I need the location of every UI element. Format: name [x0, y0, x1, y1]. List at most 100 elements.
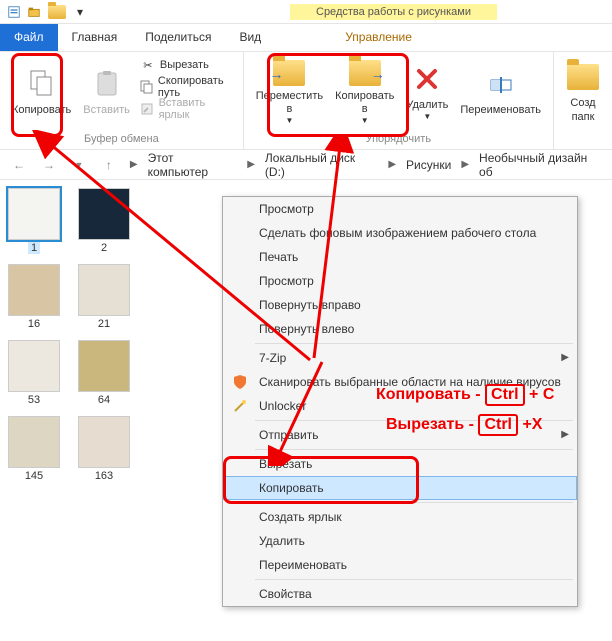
annotation-text-copy: Копировать - Ctrl + C	[376, 384, 554, 406]
cm-separator	[255, 343, 573, 344]
shortcut-icon	[140, 101, 155, 117]
annotation-text-cut: Вырезать - Ctrl +X	[386, 414, 542, 436]
cm-rotate-right[interactable]: Повернуть вправо	[223, 293, 577, 317]
wand-icon	[231, 397, 249, 415]
thumbnail-item[interactable]: 64	[74, 340, 134, 406]
thumbnail-image	[78, 340, 130, 392]
cm-separator	[255, 449, 573, 450]
tab-share[interactable]: Поделиться	[131, 24, 225, 51]
delete-icon	[410, 62, 444, 96]
breadcrumb-seg-2[interactable]: Локальный диск (D:)	[263, 151, 380, 179]
thumbnail-item[interactable]: 53	[4, 340, 64, 406]
ribbon-tabs: Файл Главная Поделиться Вид Управление	[0, 24, 612, 52]
new-folder-icon[interactable]	[27, 5, 41, 19]
ribbon: Копировать Вставить ✂Вырезать Скопироват…	[0, 52, 612, 150]
cut-button[interactable]: ✂Вырезать	[136, 54, 237, 76]
forward-button[interactable]: →	[36, 154, 62, 176]
copy-label: Копировать	[12, 104, 71, 117]
cm-properties[interactable]: Свойства	[223, 582, 577, 606]
chevron-icon[interactable]: ▶	[126, 159, 142, 170]
chevron-icon[interactable]: ▶	[457, 159, 473, 170]
thumbnail-label: 64	[98, 394, 110, 406]
thumbnail-item[interactable]: 1	[4, 188, 64, 254]
breadcrumb-seg-4[interactable]: Необычный дизайн об	[477, 151, 606, 179]
thumbnail-label: 1	[28, 242, 40, 254]
thumbnail-item[interactable]: 163	[74, 416, 134, 482]
thumbnail-item[interactable]: 2	[74, 188, 134, 254]
breadcrumb: ← → ▼ ↑ ▶ Этот компьютер ▶ Локальный дис…	[0, 150, 612, 180]
scissors-icon: ✂	[140, 57, 156, 73]
chevron-icon[interactable]: ▶	[243, 159, 259, 170]
delete-button[interactable]: Удалить▼	[400, 54, 454, 130]
cm-rename[interactable]: Переименовать	[223, 553, 577, 577]
submenu-arrow-icon: ▶	[561, 352, 569, 363]
cm-separator	[255, 502, 573, 503]
titlebar: ▾ Средства работы с рисунками	[0, 0, 612, 24]
qat-dropdown-icon[interactable]: ▾	[73, 5, 87, 19]
breadcrumb-seg-3[interactable]: Рисунки	[404, 158, 453, 172]
move-to-button[interactable]: → Переместить в▼	[250, 54, 329, 130]
tab-manage[interactable]: Управление	[331, 24, 426, 51]
thumbnail-image	[78, 264, 130, 316]
clipboard-group-label: Буфер обмена	[6, 131, 237, 147]
thumbnail-item[interactable]: 21	[74, 264, 134, 330]
thumbnail-image	[78, 416, 130, 468]
cm-separator	[255, 579, 573, 580]
ribbon-group-organize: → Переместить в▼ → Копировать в▼ Удалить…	[244, 52, 554, 149]
cm-create-shortcut[interactable]: Создать ярлык	[223, 505, 577, 529]
cm-preview[interactable]: Просмотр	[223, 197, 577, 221]
thumbnail-image	[8, 416, 60, 468]
thumbnail-item[interactable]: 145	[4, 416, 64, 482]
cm-set-wallpaper[interactable]: Сделать фоновым изображением рабочего ст…	[223, 221, 577, 245]
folder-icon	[48, 5, 66, 19]
thumbnail-label: 163	[95, 470, 113, 482]
submenu-arrow-icon: ▶	[561, 429, 569, 440]
new-folder-big-icon	[566, 60, 600, 94]
rename-button[interactable]: Переименовать	[454, 54, 547, 130]
copy-icon	[25, 67, 59, 101]
cm-copy[interactable]: Копировать	[223, 476, 577, 500]
tab-file[interactable]: Файл	[0, 24, 58, 51]
tool-context-label: Средства работы с рисунками	[290, 4, 497, 20]
copy-to-icon: →	[348, 58, 382, 87]
tab-main[interactable]: Главная	[58, 24, 132, 51]
paste-label: Вставить	[83, 104, 130, 117]
thumbnail-image	[8, 340, 60, 392]
thumbnail-label: 2	[101, 242, 107, 254]
copy-button[interactable]: Копировать	[6, 54, 77, 130]
history-dropdown-icon[interactable]: ▼	[66, 154, 92, 176]
thumbnail-image	[8, 188, 60, 240]
cm-cut[interactable]: Вырезать	[223, 452, 577, 476]
cm-rotate-left[interactable]: Повернуть влево	[223, 317, 577, 341]
cm-7zip[interactable]: 7-Zip▶	[223, 346, 577, 370]
paste-button[interactable]: Вставить	[77, 54, 136, 130]
copy-path-icon	[140, 79, 154, 95]
back-button[interactable]: ←	[6, 154, 32, 176]
properties-icon[interactable]	[7, 5, 21, 19]
thumbnail-item[interactable]: 16	[4, 264, 64, 330]
move-to-icon: →	[272, 58, 306, 87]
copy-path-button[interactable]: Скопировать путь	[136, 76, 237, 98]
organize-group-label: Упорядочить	[250, 131, 547, 147]
tab-view[interactable]: Вид	[225, 24, 275, 51]
cm-preview-2[interactable]: Просмотр	[223, 269, 577, 293]
paste-shortcut-button[interactable]: Вставить ярлык	[136, 98, 237, 120]
paste-icon	[90, 67, 124, 101]
shield-icon	[231, 373, 249, 391]
chevron-icon[interactable]: ▶	[384, 159, 400, 170]
thumbnail-label: 21	[98, 318, 110, 330]
copy-to-button[interactable]: → Копировать в▼	[329, 54, 400, 130]
thumbnail-label: 145	[25, 470, 43, 482]
cm-print[interactable]: Печать	[223, 245, 577, 269]
thumbnail-image	[78, 188, 130, 240]
cm-delete[interactable]: Удалить	[223, 529, 577, 553]
file-grid: 1 2 16 21 53 64 145 163	[0, 180, 160, 620]
thumbnail-image	[8, 264, 60, 316]
thumbnail-label: 53	[28, 394, 40, 406]
ribbon-group-clipboard: Копировать Вставить ✂Вырезать Скопироват…	[0, 52, 244, 149]
rename-icon	[484, 67, 518, 101]
new-folder-button[interactable]: Созд папк	[560, 54, 606, 130]
breadcrumb-seg-1[interactable]: Этот компьютер	[146, 151, 240, 179]
up-button[interactable]: ↑	[96, 154, 122, 176]
thumbnail-label: 16	[28, 318, 40, 330]
